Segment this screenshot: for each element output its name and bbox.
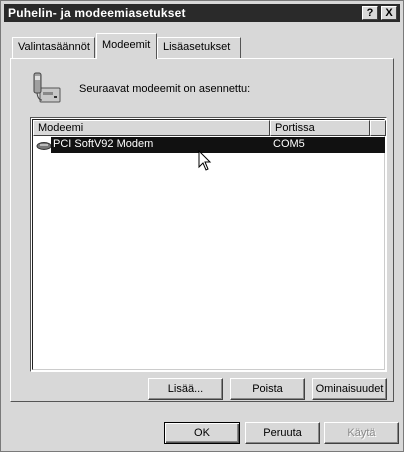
- modem-port: COM5: [273, 138, 305, 150]
- table-row[interactable]: PCI SoftV92 Modem COM5: [51, 137, 385, 153]
- cancel-button[interactable]: Peruuta: [245, 422, 320, 444]
- close-icon: X: [385, 7, 393, 19]
- help-button[interactable]: ?: [362, 6, 378, 20]
- tab-label: Lisäasetukset: [163, 41, 231, 53]
- column-header-port[interactable]: Portissa: [270, 120, 370, 136]
- tab-label: Modeemit: [102, 39, 151, 51]
- remove-button[interactable]: Poista: [230, 378, 305, 400]
- button-label: Peruuta: [263, 427, 302, 439]
- add-button[interactable]: Lisää...: [148, 378, 223, 400]
- column-header-filler: [370, 120, 386, 136]
- tab-lisaasetukset[interactable]: Lisäasetukset: [157, 37, 241, 59]
- column-header-label: Modeemi: [38, 122, 84, 134]
- button-label: Lisää...: [167, 383, 204, 395]
- column-header-label: Portissa: [275, 122, 315, 134]
- help-icon: ?: [366, 7, 374, 19]
- title-bar[interactable]: Puhelin- ja modeemiasetukset ? X: [4, 4, 400, 22]
- modem-name: PCI SoftV92 Modem: [53, 138, 154, 150]
- column-header-modem[interactable]: Modeemi: [33, 120, 270, 136]
- apply-button[interactable]: Käytä: [324, 422, 399, 444]
- close-button[interactable]: X: [381, 6, 397, 20]
- mouse-pointer-icon: [198, 150, 212, 171]
- button-label: Käytä: [347, 427, 376, 439]
- tab-valintasaannot[interactable]: Valintasäännöt: [12, 37, 95, 59]
- installed-modems-text: Seuraavat modeemit on asennettu:: [79, 83, 251, 95]
- modem-icon: [36, 142, 52, 150]
- tab-label: Valintasäännöt: [18, 41, 90, 53]
- tab-modeemit[interactable]: Modeemit: [96, 33, 157, 59]
- button-label: Ominaisuudet: [315, 383, 384, 395]
- phone-modem-icon: [33, 72, 61, 103]
- button-label: OK: [194, 427, 210, 439]
- properties-button[interactable]: Ominaisuudet: [312, 378, 387, 400]
- ok-button[interactable]: OK: [164, 422, 240, 444]
- window-title: Puhelin- ja modeemiasetukset: [8, 6, 186, 20]
- button-label: Poista: [252, 383, 283, 395]
